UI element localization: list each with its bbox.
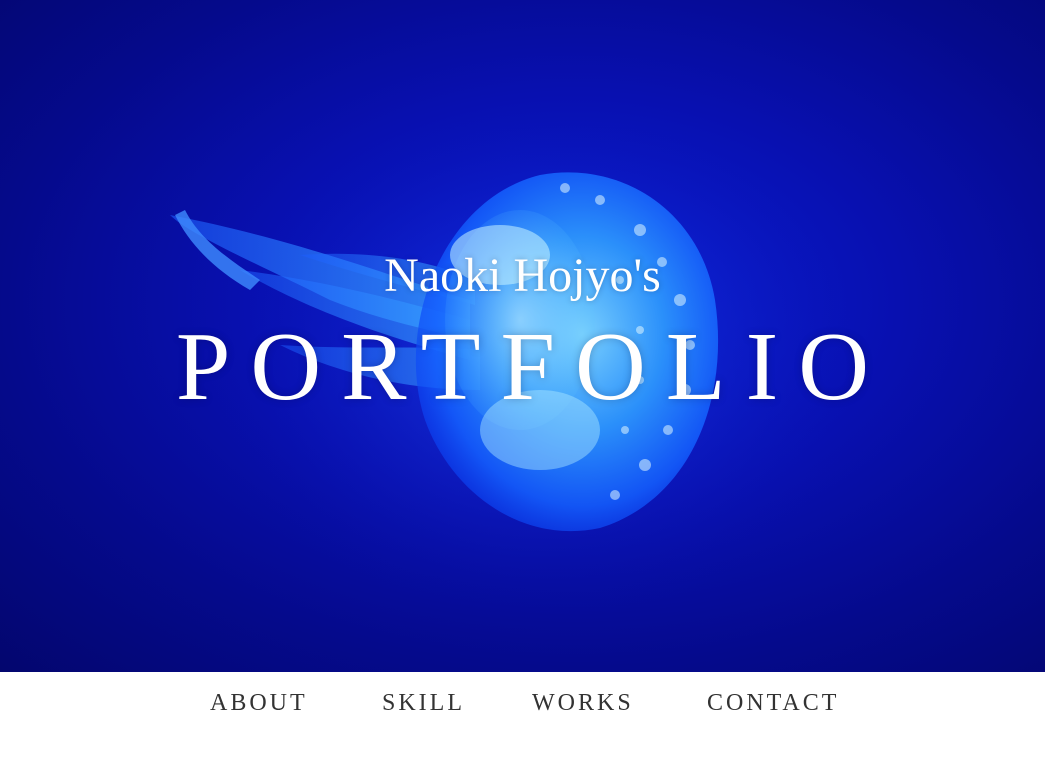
nav-item-contact[interactable]: CONTACT [707,690,839,717]
hero-section: Naoki Hojyo's PORTFOLIO [0,0,1045,672]
jellyfish-image [170,100,870,620]
nav-item-works[interactable]: WORKS [532,690,634,717]
main-navigation: ABOUT SKILL WORKS CONTACT [0,672,1045,783]
nav-list: ABOUT SKILL WORKS CONTACT [0,672,1045,744]
nav-item-about[interactable]: ABOUT [210,690,308,717]
nav-item-skill[interactable]: SKILL [382,690,465,717]
